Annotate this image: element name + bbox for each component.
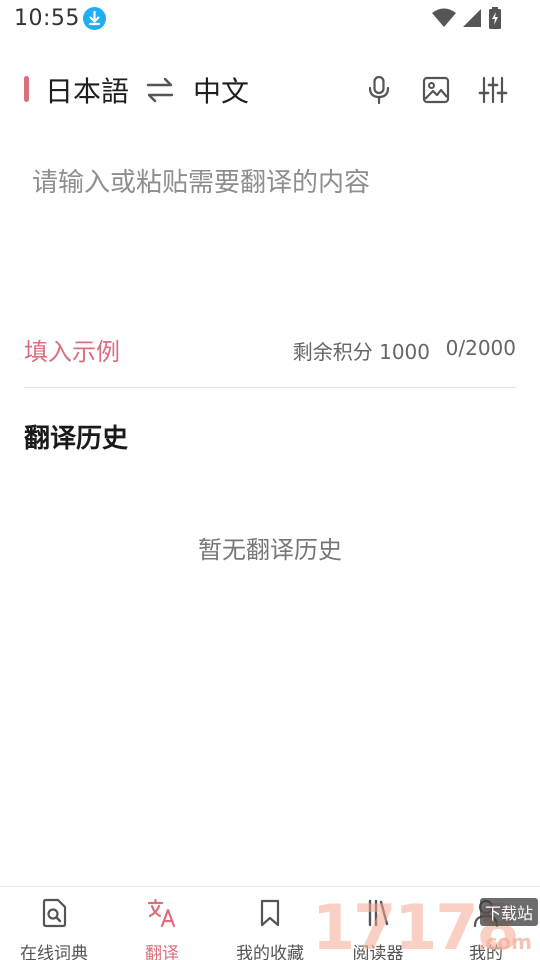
nav-label-favorites: 我的收藏 <box>236 944 304 960</box>
nav-item-reader[interactable]: 阅读器 <box>324 887 432 960</box>
download-icon <box>83 7 106 30</box>
bottom-navigation: 在线词典 翻译 我的收藏 阅读器 我的 <box>0 886 540 960</box>
status-time: 10:55 <box>14 6 80 31</box>
wifi-icon <box>432 8 456 27</box>
profile-icon <box>473 899 499 928</box>
nav-item-profile[interactable]: 我的 <box>432 887 540 960</box>
bookmark-icon <box>260 899 280 927</box>
remaining-credits: 剩余积分 1000 <box>292 340 430 364</box>
microphone-icon[interactable] <box>363 74 395 106</box>
source-language-selector[interactable]: 日本語 <box>45 70 129 110</box>
nav-item-dictionary[interactable]: 在线词典 <box>0 887 108 960</box>
dictionary-search-icon <box>42 898 67 928</box>
signal-icon <box>463 9 481 27</box>
swap-icon[interactable] <box>144 74 176 106</box>
history-empty-message: 暂无翻译历史 <box>198 536 342 564</box>
translate-icon <box>147 898 176 928</box>
translation-input[interactable]: 请输入或粘贴需要翻译的内容 <box>32 162 512 282</box>
battery-charging-icon <box>489 7 501 29</box>
divider <box>24 387 516 388</box>
nav-label-reader: 阅读器 <box>352 944 404 960</box>
character-count: 0/2000 <box>445 336 516 360</box>
nav-item-favorites[interactable]: 我的收藏 <box>216 887 324 960</box>
reader-icon <box>368 899 389 927</box>
nav-label-translate: 翻译 <box>145 944 179 960</box>
status-icons <box>432 7 502 29</box>
history-title: 翻译历史 <box>24 424 129 454</box>
language-marker <box>24 76 29 102</box>
language-bar: 日本語 中文 <box>0 62 540 118</box>
status-bar: 10:55 <box>0 0 540 38</box>
nav-item-translate[interactable]: 翻译 <box>108 887 216 960</box>
nav-label-dictionary: 在线词典 <box>20 944 88 960</box>
image-icon[interactable] <box>420 74 452 106</box>
fill-example-button[interactable]: 填入示例 <box>24 332 120 367</box>
nav-label-profile: 我的 <box>469 944 503 960</box>
target-language-selector[interactable]: 中文 <box>193 70 249 110</box>
sliders-icon[interactable] <box>477 74 509 106</box>
